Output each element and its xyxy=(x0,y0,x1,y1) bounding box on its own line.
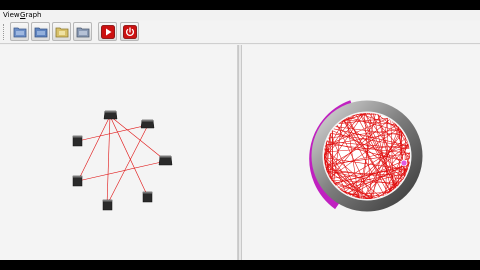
menu-graph-label-rest: raph xyxy=(25,11,42,19)
stop-button[interactable] xyxy=(120,22,139,41)
graph-edge xyxy=(106,124,149,206)
graph-edge xyxy=(77,160,167,182)
toolbar-grip[interactable] xyxy=(3,24,6,40)
graph-edge xyxy=(77,124,149,142)
graph-node[interactable] xyxy=(103,110,118,120)
ring-marker[interactable] xyxy=(400,159,408,167)
save-graph-button[interactable] xyxy=(31,22,50,41)
graph-edges xyxy=(77,115,167,206)
toolbar xyxy=(0,21,480,44)
menu-graph[interactable]: Graph xyxy=(20,10,42,20)
play-icon xyxy=(101,25,115,39)
graph-edge xyxy=(109,115,167,162)
power-icon xyxy=(123,25,137,39)
folder-blue-icon xyxy=(13,27,27,38)
open-graph-button[interactable] xyxy=(10,22,29,41)
graph-node[interactable] xyxy=(142,191,153,203)
graph-node[interactable] xyxy=(102,199,113,211)
graph-view-panel[interactable] xyxy=(0,45,238,260)
graph-canvas[interactable] xyxy=(0,45,238,260)
folder-gray-icon xyxy=(76,27,90,38)
application-window: View Graph xyxy=(0,10,480,260)
graph-node[interactable] xyxy=(158,155,173,166)
graph-edge xyxy=(106,115,111,206)
folder-blue-icon xyxy=(34,27,48,38)
graph-node[interactable] xyxy=(72,175,83,187)
export-graph-button[interactable] xyxy=(73,22,92,41)
circular-canvas[interactable] xyxy=(242,45,480,260)
circular-view-panel[interactable] xyxy=(242,45,480,260)
folder-yellow-icon xyxy=(55,27,69,38)
graph-edge xyxy=(77,115,111,182)
load-graph-button[interactable] xyxy=(52,22,71,41)
run-button[interactable] xyxy=(98,22,117,41)
menu-view[interactable]: View xyxy=(3,10,20,20)
graph-node[interactable] xyxy=(140,119,155,129)
graph-node[interactable] xyxy=(72,135,83,147)
